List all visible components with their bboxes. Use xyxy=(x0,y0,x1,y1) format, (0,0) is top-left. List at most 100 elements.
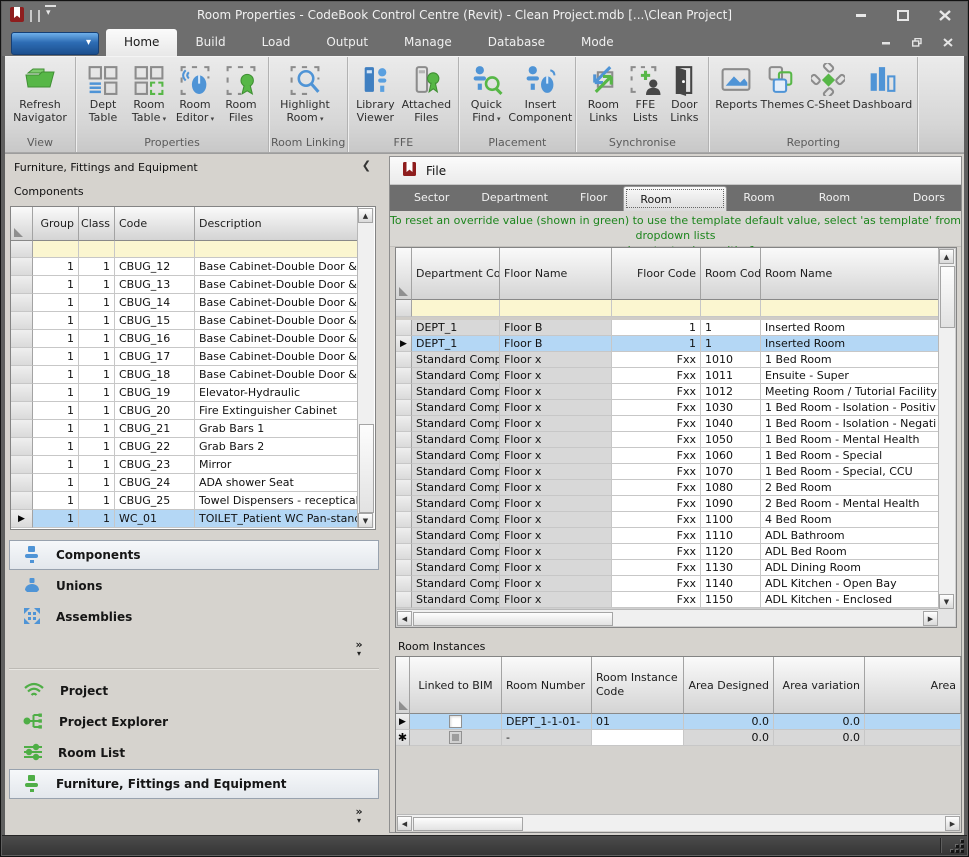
cell[interactable]: Floor x xyxy=(500,464,612,480)
cell[interactable]: 1 xyxy=(79,258,115,276)
column-header-area[interactable]: Area xyxy=(865,657,961,714)
cell[interactable]: 1 xyxy=(33,456,79,474)
child-minimize-button[interactable] xyxy=(877,35,895,49)
filter-cell[interactable] xyxy=(115,241,195,258)
cell[interactable]: Floor x xyxy=(500,448,612,464)
cell[interactable]: 1120 xyxy=(701,544,761,560)
column-header-description[interactable]: Description xyxy=(195,207,358,241)
cell[interactable]: Base Cabinet-Double Door & 2 xyxy=(195,330,358,348)
cell[interactable]: Fxx xyxy=(612,400,701,416)
cell[interactable]: Standard Componen xyxy=(412,528,500,544)
column-header-area-variation[interactable]: Area variation xyxy=(774,657,865,714)
cell[interactable] xyxy=(865,714,961,730)
tab-department[interactable]: Department xyxy=(465,185,564,211)
tab-room-instances[interactable]: Room Instances xyxy=(803,185,897,229)
cell[interactable]: ADL Bed Room xyxy=(761,544,939,560)
row-marker[interactable] xyxy=(396,352,412,368)
row-marker[interactable] xyxy=(11,312,33,330)
scroll-up-icon[interactable]: ▲ xyxy=(939,249,954,264)
cell[interactable]: 1 xyxy=(79,510,115,528)
cell[interactable]: Fxx xyxy=(612,576,701,592)
cell[interactable]: 2 Bed Room xyxy=(761,480,939,496)
scroll-up-icon[interactable]: ▲ xyxy=(358,208,373,223)
cell[interactable]: ADL Bathroom xyxy=(761,528,939,544)
cell[interactable]: Towel Dispensers - receptical xyxy=(195,492,358,510)
ribbon-tab-home[interactable]: Home xyxy=(106,29,178,56)
cell[interactable]: Standard Componen xyxy=(412,512,500,528)
row-marker[interactable] xyxy=(11,474,33,492)
ribbon-button-quick-find[interactable]: Quick Find ▾ xyxy=(463,60,509,125)
ribbon-button-insert-component[interactable]: Insert Component xyxy=(508,60,572,125)
cell[interactable]: Inserted Room xyxy=(761,336,939,352)
sidebar-item-assemblies[interactable]: Assemblies xyxy=(9,602,379,632)
cell[interactable]: DEPT_1 xyxy=(412,320,500,336)
cell[interactable]: Grab Bars 2 xyxy=(195,438,358,456)
configure-buttons-icon[interactable]: » ▾ xyxy=(351,806,367,825)
row-marker[interactable] xyxy=(11,366,33,384)
row-marker[interactable] xyxy=(11,294,33,312)
ribbon-button-room-links[interactable]: Room Links xyxy=(580,60,626,125)
row-marker[interactable] xyxy=(396,480,412,496)
filter-cell[interactable] xyxy=(612,300,701,317)
row-marker[interactable] xyxy=(11,438,33,456)
scrollbar-thumb[interactable] xyxy=(359,424,374,513)
cell[interactable]: 1030 xyxy=(701,400,761,416)
scroll-right-icon[interactable]: ▶ xyxy=(923,611,938,626)
row-marker[interactable] xyxy=(11,384,33,402)
child-restore-button[interactable] xyxy=(908,35,926,49)
cell[interactable]: Floor x xyxy=(500,592,612,608)
cell[interactable]: 1 xyxy=(33,258,79,276)
cell[interactable]: Inserted Room xyxy=(761,320,939,336)
row-marker[interactable] xyxy=(396,400,412,416)
scroll-right-icon[interactable]: ▶ xyxy=(945,816,960,831)
cell[interactable]: DEPT_1 xyxy=(412,336,500,352)
cell[interactable]: 1 xyxy=(79,384,115,402)
ribbon-button-dashboard[interactable]: Dashboard xyxy=(851,60,913,112)
cell[interactable]: 1040 xyxy=(701,416,761,432)
row-marker[interactable] xyxy=(11,456,33,474)
row-marker[interactable] xyxy=(11,330,33,348)
ribbon-tab-output[interactable]: Output xyxy=(308,29,386,56)
cell[interactable]: Floor B xyxy=(500,336,612,352)
filter-cell[interactable] xyxy=(761,300,939,317)
cell[interactable]: CBUG_23 xyxy=(115,456,195,474)
cell[interactable]: 1012 xyxy=(701,384,761,400)
cell[interactable]: 1011 xyxy=(701,368,761,384)
column-header-room-number[interactable]: Room Number xyxy=(502,657,592,714)
ribbon-button-reports[interactable]: Reports xyxy=(713,60,759,112)
cell[interactable]: CBUG_24 xyxy=(115,474,195,492)
cell[interactable]: Fxx xyxy=(612,368,701,384)
cell[interactable]: Floor x xyxy=(500,400,612,416)
cell[interactable]: Floor B xyxy=(500,320,612,336)
sidebar-item-project-explorer[interactable]: Project Explorer xyxy=(9,707,379,737)
cell[interactable]: 1070 xyxy=(701,464,761,480)
cell[interactable]: Floor x xyxy=(500,352,612,368)
scroll-down-icon[interactable]: ▼ xyxy=(358,513,373,528)
linked-to-bim-checkbox[interactable] xyxy=(449,731,462,744)
row-marker[interactable] xyxy=(396,512,412,528)
cell[interactable]: CBUG_18 xyxy=(115,366,195,384)
row-marker[interactable] xyxy=(396,448,412,464)
cell[interactable]: 1 xyxy=(33,438,79,456)
cell[interactable]: Standard Componen xyxy=(412,352,500,368)
row-marker[interactable]: ▶ xyxy=(396,714,410,730)
cell[interactable]: CBUG_22 xyxy=(115,438,195,456)
row-marker[interactable] xyxy=(11,402,33,420)
sidebar-item-components[interactable]: Components xyxy=(9,540,379,570)
cell[interactable]: Grab Bars 1 xyxy=(195,420,358,438)
filter-cell[interactable] xyxy=(412,300,500,317)
cell[interactable]: CBUG_21 xyxy=(115,420,195,438)
cell[interactable]: Fxx xyxy=(612,560,701,576)
cell[interactable]: 1 xyxy=(33,294,79,312)
ribbon-button-room-table[interactable]: Room Table ▾ xyxy=(126,60,172,125)
collapse-pane-icon[interactable]: ❮ xyxy=(362,159,371,172)
cell[interactable]: 1 xyxy=(701,336,761,352)
column-header-room-name[interactable]: Room Name xyxy=(761,248,939,300)
cell[interactable]: 1 xyxy=(701,320,761,336)
cell[interactable]: CBUG_13 xyxy=(115,276,195,294)
cell[interactable]: Standard Componen xyxy=(412,416,500,432)
cell[interactable]: 1 xyxy=(79,312,115,330)
cell[interactable]: Standard Componen xyxy=(412,576,500,592)
cell[interactable]: Floor x xyxy=(500,480,612,496)
column-header-area-designed[interactable]: Area Designed xyxy=(684,657,774,714)
